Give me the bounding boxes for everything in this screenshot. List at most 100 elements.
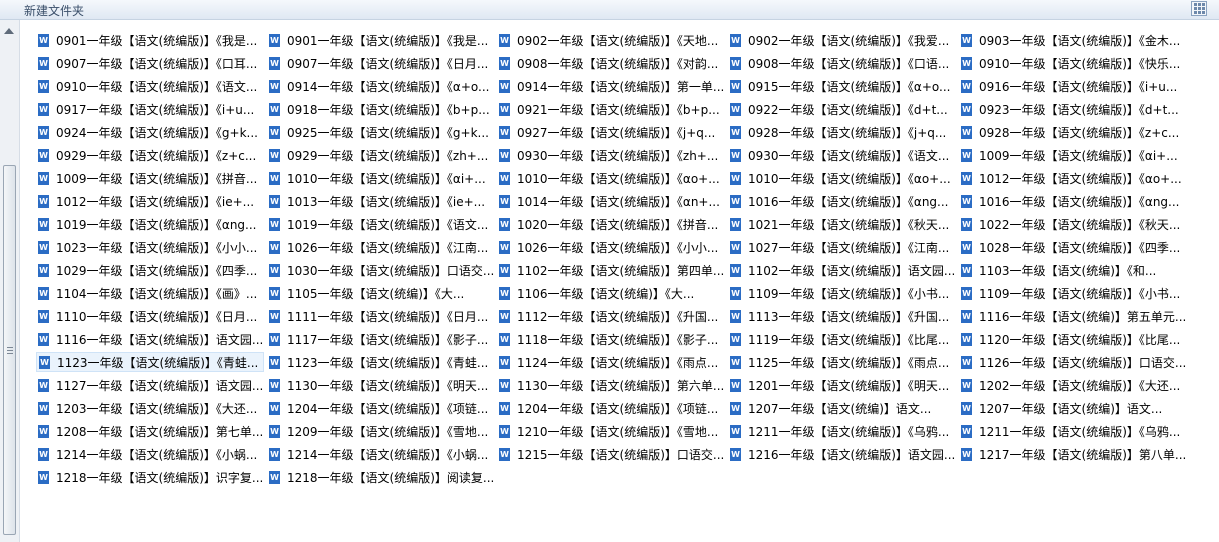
file-item[interactable]: 1109一年级【语文(统编版)】《小书... xyxy=(728,283,956,303)
file-item[interactable]: 1204一年级【语文(统编版)】《项链... xyxy=(497,398,725,418)
file-item[interactable]: 1023一年级【语文(统编版)】《小小... xyxy=(36,237,264,257)
file-item[interactable]: 0918一年级【语文(统编版)】《b+p... xyxy=(267,99,495,119)
file-item[interactable]: 0907一年级【语文(统编版)】《口耳... xyxy=(36,53,264,73)
file-item[interactable]: 1214一年级【语文(统编版)】《小蜗... xyxy=(267,444,495,464)
file-item[interactable]: 0922一年级【语文(统编版)】《d+t... xyxy=(728,99,956,119)
file-item[interactable]: 1211一年级【语文(统编版)】《乌鸦... xyxy=(728,421,956,441)
file-item[interactable]: 1123一年级【语文(统编版)】《青蛙... xyxy=(267,352,495,372)
file-item[interactable]: 0929一年级【语文(统编版)】《zh+... xyxy=(267,145,495,165)
file-item[interactable]: 0925一年级【语文(统编版)】《g+k... xyxy=(267,122,495,142)
file-item[interactable]: 0903一年级【语文(统编版)】《金木... xyxy=(959,30,1189,50)
file-item[interactable]: 1216一年级【语文(统编版)】语文园... xyxy=(728,444,956,464)
file-item[interactable]: 0901一年级【语文(统编版)】《我是... xyxy=(267,30,495,50)
file-item[interactable]: 1009一年级【语文(统编版)】《拼音... xyxy=(36,168,264,188)
file-item[interactable]: 1016一年级【语文(统编版)】《αng... xyxy=(728,191,956,211)
file-item[interactable]: 1218一年级【语文(统编版)】识字复... xyxy=(36,467,264,487)
file-item[interactable]: 1211一年级【语文(统编版)】《乌鸦... xyxy=(959,421,1189,441)
file-item[interactable]: 0908一年级【语文(统编版)】《口语... xyxy=(728,53,956,73)
file-item[interactable]: 1109一年级【语文(统编版)】《小书... xyxy=(959,283,1189,303)
file-item[interactable]: 1028一年级【语文(统编版)】《四季... xyxy=(959,237,1189,257)
file-item[interactable]: 1019一年级【语文(统编版)】《语文... xyxy=(267,214,495,234)
file-item[interactable]: 0908一年级【语文(统编版)】《对韵... xyxy=(497,53,725,73)
file-item[interactable]: 1010一年级【语文(统编版)】《αo+... xyxy=(728,168,956,188)
file-item[interactable]: 1102一年级【语文(统编版)】语文园... xyxy=(728,260,956,280)
file-item[interactable]: 0910一年级【语文(统编版)】《语文... xyxy=(36,76,264,96)
file-item[interactable]: 1124一年级【语文(统编版)】《雨点... xyxy=(497,352,725,372)
file-item[interactable]: 1203一年级【语文(统编版)】《大还... xyxy=(36,398,264,418)
file-item[interactable]: 1208一年级【语文(统编版)】第七单... xyxy=(36,421,264,441)
file-item[interactable]: 0915一年级【语文(统编版)】《α+o... xyxy=(728,76,956,96)
file-item[interactable]: 1020一年级【语文(统编版)】《拼音... xyxy=(497,214,725,234)
file-item[interactable]: 0916一年级【语文(统编版)】《i+u... xyxy=(959,76,1189,96)
file-item[interactable]: 0902一年级【语文(统编版)】《我爱... xyxy=(728,30,956,50)
file-item[interactable]: 1026一年级【语文(统编版)】《江南... xyxy=(267,237,495,257)
file-item[interactable]: 1127一年级【语文(统编版)】语文园... xyxy=(36,375,264,395)
file-item[interactable]: 1111一年级【语文(统编版)】《日月... xyxy=(267,306,495,326)
file-item[interactable]: 0907一年级【语文(统编版)】《日月... xyxy=(267,53,495,73)
grid-view-icon[interactable] xyxy=(1191,1,1207,16)
file-item[interactable]: 0917一年级【语文(统编版)】《i+u... xyxy=(36,99,264,119)
file-item[interactable]: 1026一年级【语文(统编版)】《小小... xyxy=(497,237,725,257)
file-item[interactable]: 1016一年级【语文(统编版)】《αng... xyxy=(959,191,1189,211)
file-item[interactable]: 0914一年级【语文(统编版)】《α+o... xyxy=(267,76,495,96)
file-item[interactable]: 1014一年级【语文(统编版)】《αn+... xyxy=(497,191,725,211)
file-item[interactable]: 1207一年级【语文(统编)】语文... xyxy=(959,398,1189,418)
file-item[interactable]: 1204一年级【语文(统编版)】《项链... xyxy=(267,398,495,418)
vertical-scrollbar[interactable] xyxy=(0,20,20,542)
file-item[interactable]: 1103一年级【语文(统编)】《和... xyxy=(959,260,1189,280)
file-item[interactable]: 1105一年级【语文(统编)】《大... xyxy=(267,283,495,303)
file-item[interactable]: 1019一年级【语文(统编版)】《αng... xyxy=(36,214,264,234)
file-item[interactable]: 1130一年级【语文(统编版)】《明天... xyxy=(267,375,495,395)
file-item[interactable]: 1116一年级【语文(统编)】第五单元... xyxy=(959,306,1189,326)
file-item[interactable]: 0901一年级【语文(统编版)】《我是... xyxy=(36,30,264,50)
file-item[interactable]: 1214一年级【语文(统编版)】《小蜗... xyxy=(36,444,264,464)
file-item[interactable]: 1021一年级【语文(统编版)】《秋天... xyxy=(728,214,956,234)
file-item[interactable]: 0914一年级【语文(统编版)】第一单... xyxy=(497,76,725,96)
file-item[interactable]: 1012一年级【语文(统编版)】《ie+... xyxy=(36,191,264,211)
file-item[interactable]: 1110一年级【语文(统编版)】《日月... xyxy=(36,306,264,326)
file-item[interactable]: 1010一年级【语文(统编版)】《αo+... xyxy=(497,168,725,188)
file-item[interactable]: 1126一年级【语文(统编版)】口语交... xyxy=(959,352,1189,372)
file-item[interactable]: 1009一年级【语文(统编版)】《αi+... xyxy=(959,145,1189,165)
scrollbar-thumb[interactable] xyxy=(3,165,16,535)
file-item[interactable]: 0928一年级【语文(统编版)】《j+q... xyxy=(728,122,956,142)
file-item[interactable]: 1022一年级【语文(统编版)】《秋天... xyxy=(959,214,1189,234)
scroll-up-arrow-icon[interactable] xyxy=(4,28,14,34)
file-item[interactable]: 1027一年级【语文(统编版)】《江南... xyxy=(728,237,956,257)
file-item[interactable]: 1202一年级【语文(统编版)】《大还... xyxy=(959,375,1189,395)
file-item[interactable]: 1112一年级【语文(统编版)】《升国... xyxy=(497,306,725,326)
file-item[interactable]: 1106一年级【语文(统编)】《大... xyxy=(497,283,725,303)
file-item[interactable]: 1029一年级【语文(统编版)】《四季... xyxy=(36,260,264,280)
file-item[interactable]: 1218一年级【语文(统编版)】阅读复... xyxy=(267,467,495,487)
file-item[interactable]: 1117一年级【语文(统编版)】《影子... xyxy=(267,329,495,349)
file-item[interactable]: 1116一年级【语文(统编版)】语文园... xyxy=(36,329,264,349)
file-item[interactable]: 0924一年级【语文(统编版)】《g+k... xyxy=(36,122,264,142)
file-item[interactable]: 1104一年级【语文(统编版)】《画》... xyxy=(36,283,264,303)
file-item[interactable]: 1207一年级【语文(统编)】语文... xyxy=(728,398,956,418)
file-item[interactable]: 1201一年级【语文(统编版)】《明天... xyxy=(728,375,956,395)
file-item[interactable]: 1123一年级【语文(统编版)】《青蛙... xyxy=(36,352,264,372)
file-item[interactable]: 0921一年级【语文(统编版)】《b+p... xyxy=(497,99,725,119)
file-item[interactable]: 1217一年级【语文(统编版)】第八单... xyxy=(959,444,1189,464)
file-item[interactable]: 0928一年级【语文(统编版)】《z+c... xyxy=(959,122,1189,142)
file-item[interactable]: 0930一年级【语文(统编版)】《语文... xyxy=(728,145,956,165)
file-item[interactable]: 1118一年级【语文(统编版)】《影子... xyxy=(497,329,725,349)
file-item[interactable]: 1125一年级【语文(统编版)】《雨点... xyxy=(728,352,956,372)
file-item[interactable]: 1210一年级【语文(统编版)】《雪地... xyxy=(497,421,725,441)
file-item[interactable]: 0902一年级【语文(统编版)】《天地... xyxy=(497,30,725,50)
file-item[interactable]: 1120一年级【语文(统编版)】《比尾... xyxy=(959,329,1189,349)
file-item[interactable]: 1215一年级【语文(统编版)】口语交... xyxy=(497,444,725,464)
file-item[interactable]: 0910一年级【语文(统编版)】《快乐... xyxy=(959,53,1189,73)
file-item[interactable]: 1010一年级【语文(统编版)】《αi+... xyxy=(267,168,495,188)
file-item[interactable]: 1113一年级【语文(统编版)】《升国... xyxy=(728,306,956,326)
file-item[interactable]: 1013一年级【语文(统编版)】《ie+... xyxy=(267,191,495,211)
file-item[interactable]: 1209一年级【语文(统编版)】《雪地... xyxy=(267,421,495,441)
file-item[interactable]: 0929一年级【语文(统编版)】《z+c... xyxy=(36,145,264,165)
file-item[interactable]: 0927一年级【语文(统编版)】《j+q... xyxy=(497,122,725,142)
file-item[interactable]: 1130一年级【语文(统编版)】第六单... xyxy=(497,375,725,395)
file-item[interactable]: 0930一年级【语文(统编版)】《zh+... xyxy=(497,145,725,165)
file-item[interactable]: 1102一年级【语文(统编版)】第四单... xyxy=(497,260,725,280)
file-item[interactable]: 1012一年级【语文(统编版)】《αo+... xyxy=(959,168,1189,188)
file-item[interactable]: 0923一年级【语文(统编版)】《d+t... xyxy=(959,99,1189,119)
file-item[interactable]: 1030一年级【语文(统编版)】口语交... xyxy=(267,260,495,280)
